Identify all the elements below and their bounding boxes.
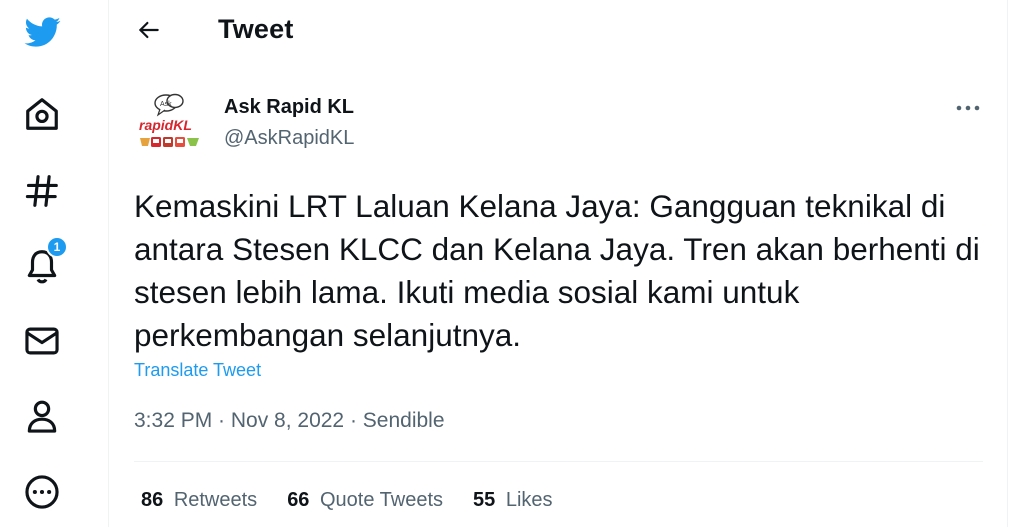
likes-count: 55 [473,489,496,511]
page-title: Tweet [218,14,294,44]
likes-stat[interactable]: 55 Likes [473,489,553,512]
bell-icon[interactable]: 1 [20,236,68,288]
author-handle[interactable]: @AskRapidKL [224,127,354,150]
likes-label: Likes [505,489,553,511]
quote-tweets-count: 66 [287,489,310,511]
avatar[interactable]: Ask rapidKL [136,90,206,160]
quote-tweets-label: Quote Tweets [320,489,444,511]
avatar-brand-text: rapidKL [139,117,192,133]
twitter-logo-icon[interactable] [20,10,64,54]
retweets-label: Retweets [173,489,258,511]
more-circle-icon[interactable] [20,470,64,514]
ellipsis-icon [956,105,980,111]
quote-tweets-stat[interactable]: 66 Quote Tweets [287,489,443,512]
mail-icon[interactable] [20,319,64,363]
tweet-text: Kemaskini LRT Laluan Kelana Jaya: Ganggu… [134,188,980,353]
rapidkl-logo: Ask rapidKL [139,93,199,147]
hashtag-icon[interactable] [20,169,64,213]
retweets-stat[interactable]: 86 Retweets [141,489,257,512]
more-options-button[interactable] [950,94,986,122]
notification-badge: 1 [46,236,68,258]
sidebar-nav: 1 [0,0,109,527]
tweet-timestamp-source[interactable]: 3:32 PM · Nov 8, 2022 · Sendible [134,409,445,433]
author-name[interactable]: Ask Rapid KL [224,96,354,119]
tweet-stats: 86 Retweets 66 Quote Tweets 55 Likes [141,489,583,512]
person-icon[interactable] [20,394,64,438]
page-header: Tweet [109,0,1007,64]
home-icon[interactable] [20,92,64,136]
avatar-text-top: Ask [160,101,172,108]
retweets-count: 86 [141,489,164,511]
tweet-detail-column: Tweet Ask rapidKL Ask Rapid KL @AskRapid… [109,0,1008,527]
translate-tweet-link[interactable]: Translate Tweet [134,360,261,381]
divider [134,461,983,462]
arrow-left-icon [139,21,159,39]
back-button[interactable] [131,12,167,48]
